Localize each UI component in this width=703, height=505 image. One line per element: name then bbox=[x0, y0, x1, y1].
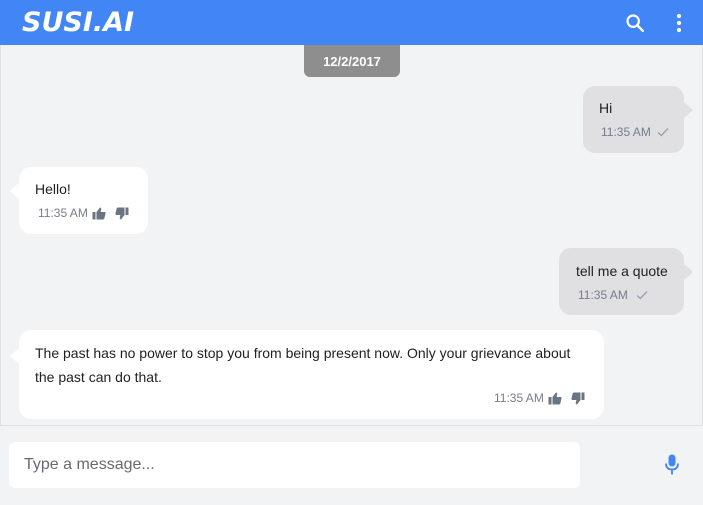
thumbs-down-icon[interactable] bbox=[571, 392, 585, 405]
thumbs-up-icon[interactable] bbox=[548, 392, 562, 405]
chat-messages[interactable]: 12/2/2017 Hi 11:35 AM Hello! 11:35 AM te… bbox=[0, 45, 703, 425]
bubble-tail bbox=[10, 347, 20, 365]
thumbs-up-icon[interactable] bbox=[92, 207, 106, 220]
message-bubble-incoming: Hello! 11:35 AM bbox=[19, 167, 148, 234]
bubble-tail bbox=[683, 101, 693, 119]
bubble-tail bbox=[683, 263, 693, 281]
app-header: SUSI.AI bbox=[0, 0, 703, 45]
message-bubble-outgoing: tell me a quote 11:35 AM bbox=[559, 248, 684, 315]
message-input[interactable] bbox=[9, 442, 580, 488]
thumbs-down-icon[interactable] bbox=[115, 207, 129, 220]
message-text: The past has no power to stop you from b… bbox=[35, 345, 571, 385]
mic-icon[interactable] bbox=[660, 453, 684, 477]
check-icon bbox=[657, 127, 669, 137]
bubble-tail bbox=[10, 182, 20, 200]
message-time: 11:35 AM bbox=[38, 206, 88, 220]
app-logo[interactable]: SUSI.AI bbox=[22, 9, 134, 37]
date-badge: 12/2/2017 bbox=[304, 45, 400, 77]
search-icon[interactable] bbox=[622, 10, 648, 36]
message-text: tell me a quote bbox=[576, 263, 668, 279]
message-text: Hi bbox=[599, 100, 613, 116]
message-time: 11:35 AM bbox=[578, 288, 628, 302]
check-icon bbox=[636, 290, 648, 300]
message-meta: 11:35 AM bbox=[38, 206, 129, 220]
more-vert-icon[interactable] bbox=[666, 10, 692, 36]
message-text: Hello! bbox=[35, 181, 71, 197]
message-time: 11:35 AM bbox=[494, 391, 544, 405]
message-composer bbox=[0, 425, 703, 505]
message-meta: 11:35 AM bbox=[601, 125, 669, 139]
message-bubble-outgoing: Hi 11:35 AM bbox=[583, 86, 684, 153]
message-time: 11:35 AM bbox=[601, 125, 651, 139]
message-meta: 11:35 AM bbox=[578, 288, 648, 302]
message-meta: 11:35 AM bbox=[494, 391, 585, 405]
message-bubble-incoming: The past has no power to stop you from b… bbox=[19, 330, 604, 419]
